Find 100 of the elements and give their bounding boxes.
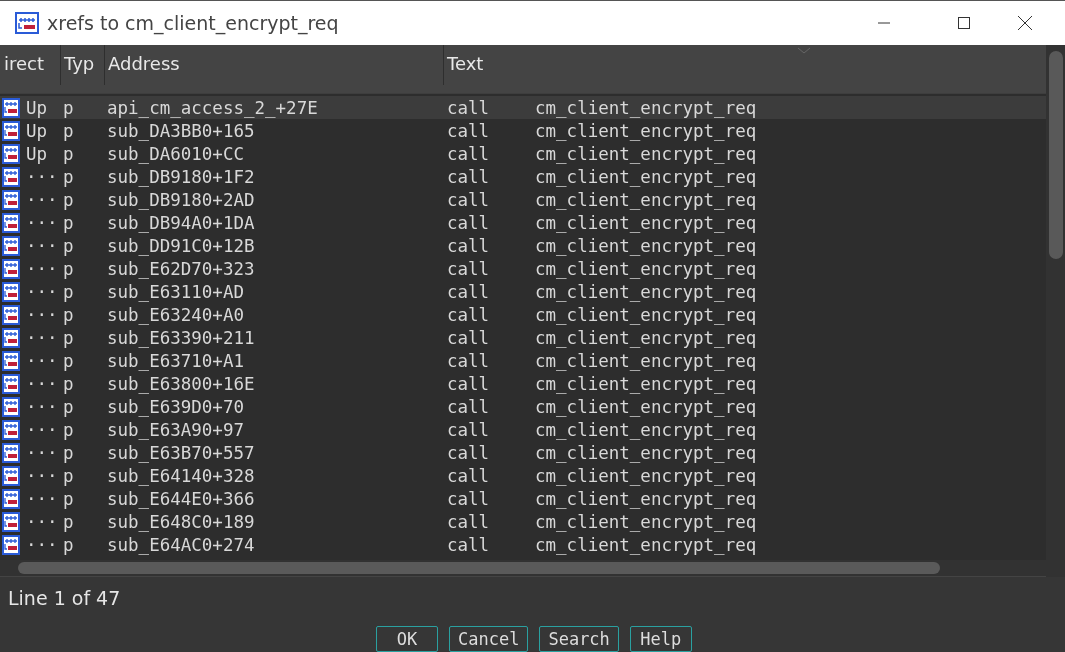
address-cell-text: sub_E63B70+557 <box>107 442 256 463</box>
table-row[interactable]: ··· p sub_E62D70+323 call cm_client_encrypt_req <box>0 257 1046 281</box>
instruction-cell-text: call <box>447 511 491 532</box>
instruction-cell-text: call <box>447 281 491 302</box>
type-cell-text: p <box>63 97 75 118</box>
address-cell-text: sub_E63800+16E <box>107 373 256 394</box>
type-cell-text: p <box>63 166 75 187</box>
type-cell-text: p <box>63 143 75 164</box>
operand-cell: cm_client_encrypt_req <box>535 534 757 555</box>
table-row[interactable]: ··· p sub_E63240+A0 call cm_client_encrypt_req <box>0 303 1046 327</box>
table-row[interactable]: ··· p sub_E63110+AD call cm_client_encrypt_req <box>0 280 1046 304</box>
xref-icon <box>2 534 20 555</box>
xref-icon <box>2 281 20 302</box>
instruction-cell-text: call <box>447 143 491 164</box>
type-cell-text: p <box>63 304 75 325</box>
direction-cell-text: ··· <box>26 304 59 325</box>
direction-cell-text: ··· <box>26 534 59 555</box>
address-cell-text: api_cm_access_2_+27E <box>107 97 319 118</box>
type-cell-text: p <box>63 189 75 210</box>
table-row[interactable]: ··· p sub_DB9180+2AD call cm_client_encrypt_req <box>0 188 1046 212</box>
table-row[interactable]: Up p sub_DA3BB0+165 call cm_client_encrypt_req <box>0 119 1046 143</box>
direction-cell-text: Up <box>26 97 49 118</box>
operand-cell: cm_client_encrypt_req <box>535 465 757 486</box>
table-row[interactable]: Up p api_cm_access_2_+27E call cm_client_encrypt_req <box>0 96 1046 120</box>
address-cell-text: sub_DA6010+CC <box>107 143 245 164</box>
address-cell-text: sub_E639D0+70 <box>107 396 245 417</box>
address-cell-text: sub_E63A90+97 <box>107 419 245 440</box>
table-row[interactable]: ··· p sub_E648C0+189 call cm_client_encrypt_req <box>0 510 1046 534</box>
xref-icon <box>2 327 20 348</box>
horizontal-scrollbar[interactable] <box>0 559 1046 578</box>
type-cell-text: p <box>63 281 75 302</box>
table-row[interactable]: ··· p sub_E63B70+557 call cm_client_encrypt_req <box>0 441 1046 465</box>
table-row[interactable]: Up p sub_DA6010+CC call cm_client_encrypt_req <box>0 142 1046 166</box>
window-title: xrefs to cm_client_encrypt_req <box>47 12 339 35</box>
table-row[interactable]: ··· p sub_DB9180+1F2 call cm_client_encrypt_req <box>0 165 1046 189</box>
direction-cell-text: ··· <box>26 419 59 440</box>
direction-cell-text: ··· <box>26 212 59 233</box>
address-cell-text: sub_E63390+211 <box>107 327 256 348</box>
table-row[interactable]: ··· p sub_E63800+16E call cm_client_encrypt_req <box>0 372 1046 396</box>
instruction-cell-text: call <box>447 350 491 371</box>
table-row[interactable]: ··· p sub_DB94A0+1DA call cm_client_encrypt_req <box>0 211 1046 235</box>
table-row[interactable]: ··· p sub_E63710+A1 call cm_client_encrypt_req <box>0 349 1046 373</box>
table-row[interactable]: ··· p sub_E644E0+366 call cm_client_encrypt_req <box>0 487 1046 511</box>
xref-icon <box>2 396 20 417</box>
instruction-cell-text: call <box>447 396 491 417</box>
instruction-cell-text: call <box>447 166 491 187</box>
operand-cell: cm_client_encrypt_req <box>535 189 757 210</box>
vertical-scrollbar[interactable] <box>1046 45 1065 578</box>
type-cell-text: p <box>63 419 75 440</box>
table-row[interactable]: ··· p sub_E64AC0+274 call cm_client_encrypt_req <box>0 533 1046 557</box>
dialog-button[interactable]: Cancel <box>449 626 529 652</box>
close-icon[interactable] <box>1017 15 1033 32</box>
direction-cell-text: ··· <box>26 350 59 371</box>
maximize-icon[interactable] <box>957 16 971 31</box>
column-header[interactable]: Typ <box>61 45 105 86</box>
table-row[interactable]: ··· p sub_E63A90+97 call cm_client_encrypt_req <box>0 418 1046 442</box>
table-row[interactable]: ··· p sub_DD91C0+12B call cm_client_encrypt_req <box>0 234 1046 258</box>
operand-cell: cm_client_encrypt_req <box>535 143 757 164</box>
direction-cell-text: ··· <box>26 166 59 187</box>
operand-cell: cm_client_encrypt_req <box>535 304 757 325</box>
type-cell-text: p <box>63 258 75 279</box>
table-row[interactable]: ··· p sub_E64140+328 call cm_client_encrypt_req <box>0 464 1046 488</box>
column-header[interactable]: Text <box>444 45 1046 86</box>
address-cell-text: sub_DB94A0+1DA <box>107 212 256 233</box>
xref-icon <box>2 304 20 325</box>
instruction-cell-text: call <box>447 189 491 210</box>
direction-cell-text: ··· <box>26 258 59 279</box>
address-cell-text: sub_DD91C0+12B <box>107 235 256 256</box>
operand-cell: cm_client_encrypt_req <box>535 97 757 118</box>
xref-icon <box>2 166 20 187</box>
operand-cell: cm_client_encrypt_req <box>535 488 757 509</box>
direction-cell-text: ··· <box>26 488 59 509</box>
operand-cell: cm_client_encrypt_req <box>535 396 757 417</box>
type-cell-text: p <box>63 350 75 371</box>
direction-cell-text: ··· <box>26 442 59 463</box>
direction-cell-text: ··· <box>26 281 59 302</box>
operand-cell: cm_client_encrypt_req <box>535 419 757 440</box>
type-cell-text: p <box>63 511 75 532</box>
address-cell-text: sub_E62D70+323 <box>107 258 256 279</box>
table-row[interactable]: ··· p sub_E639D0+70 call cm_client_encrypt_req <box>0 395 1046 419</box>
instruction-cell-text: call <box>447 235 491 256</box>
xref-icon <box>2 212 20 233</box>
type-cell-text: p <box>63 212 75 233</box>
xref-icon <box>2 120 20 141</box>
instruction-cell-text: call <box>447 97 491 118</box>
address-cell-text: sub_E63710+A1 <box>107 350 245 371</box>
xref-icon <box>2 465 20 486</box>
table-row[interactable]: ··· p sub_E63390+211 call cm_client_encrypt_req <box>0 326 1046 350</box>
direction-cell-text: ··· <box>26 327 59 348</box>
type-cell-text: p <box>63 235 75 256</box>
dialog-button[interactable]: Search <box>539 626 619 652</box>
address-cell-text: sub_DB9180+1F2 <box>107 166 256 187</box>
column-header[interactable]: Address <box>105 45 444 86</box>
dialog-button[interactable]: Help <box>629 626 692 652</box>
dialog-button[interactable]: OK <box>376 626 438 652</box>
operand-cell: cm_client_encrypt_req <box>535 258 757 279</box>
direction-cell-text: ··· <box>26 189 59 210</box>
xref-icon <box>2 143 20 164</box>
instruction-cell-text: call <box>447 534 491 555</box>
column-header[interactable]: irect <box>0 45 61 86</box>
